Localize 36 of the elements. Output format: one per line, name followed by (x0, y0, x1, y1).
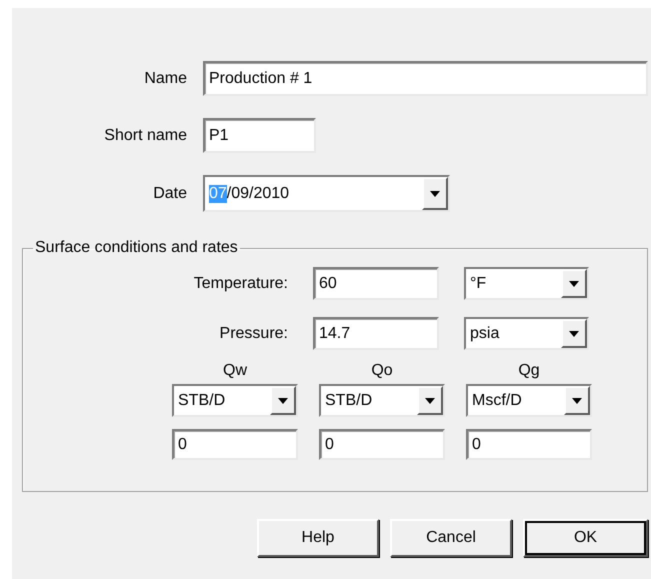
column-header: Qw (222, 362, 248, 380)
caret-icon (572, 398, 582, 404)
dropdown-button[interactable] (270, 386, 296, 415)
column-header: Qg (517, 362, 541, 380)
value-field[interactable]: 14.7 (313, 317, 439, 350)
dialog-button[interactable]: Help (257, 519, 379, 557)
unit-dropdown[interactable]: STB/D (172, 384, 298, 417)
field-label: Short name (103, 126, 187, 144)
dropdown-button[interactable] (561, 319, 587, 348)
field-label: Date (152, 184, 187, 202)
caret-icon (569, 280, 579, 286)
unit-dropdown[interactable]: Mscf/D (466, 384, 592, 417)
rate-field[interactable]: 0 (319, 429, 445, 460)
caret-icon (430, 190, 440, 196)
short-name-field[interactable]: P1 (203, 118, 316, 153)
rate-field[interactable]: 0 (172, 429, 298, 460)
unit-dropdown[interactable]: °F (464, 267, 589, 300)
field-label: Pressure: (218, 324, 288, 342)
unit-dropdown[interactable]: psia (464, 317, 589, 350)
name-field[interactable]: Production # 1 (203, 61, 648, 96)
group-title: Surface conditions and rates (34, 239, 239, 257)
rate-field[interactable]: 0 (466, 429, 592, 460)
caret-icon (569, 330, 579, 336)
dropdown-button[interactable] (561, 269, 587, 298)
field-label: Name (143, 70, 187, 88)
dropdown-button[interactable] (422, 177, 448, 210)
field-label: Temperature: (192, 274, 288, 292)
unit-dropdown[interactable]: STB/D (319, 384, 445, 417)
value-field[interactable]: 60 (313, 267, 439, 300)
dropdown-button[interactable] (417, 386, 443, 415)
dialog-button[interactable]: OK (523, 519, 648, 557)
dialog-button[interactable]: Cancel (390, 519, 512, 557)
caret-icon (425, 398, 435, 404)
caret-icon (278, 398, 288, 404)
column-header: Qo (370, 362, 394, 380)
dropdown-button[interactable] (564, 386, 590, 415)
